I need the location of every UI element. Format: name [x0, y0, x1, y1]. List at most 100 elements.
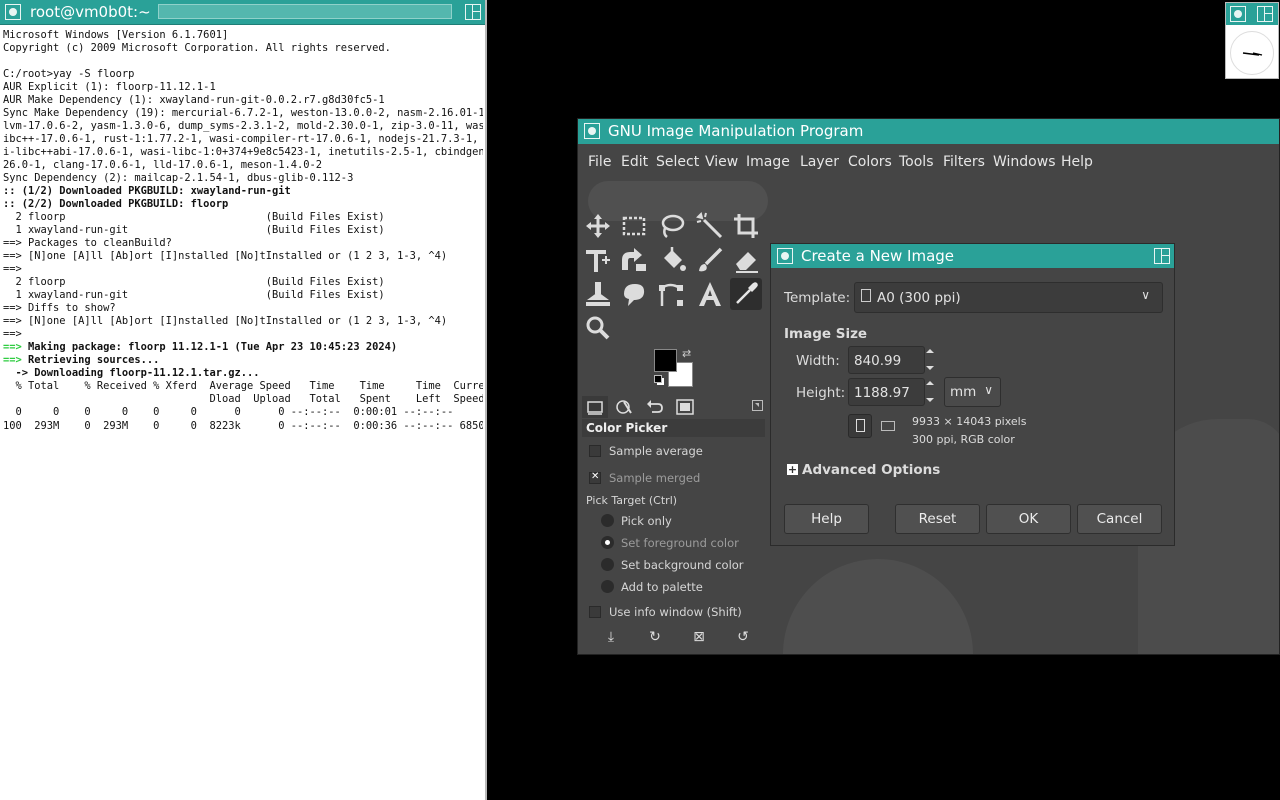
titlebar-drag-area[interactable]: [158, 4, 452, 19]
width-spinner[interactable]: [921, 346, 939, 374]
menu-file[interactable]: File: [588, 144, 611, 180]
gimp-window-menu-icon[interactable]: [584, 123, 600, 139]
menu-colors[interactable]: Colors: [848, 144, 892, 180]
color-picker-tool-icon[interactable]: [730, 278, 762, 310]
terminal-line: ==>: [3, 328, 22, 340]
terminal-line: ==> Diffs to show?: [3, 302, 116, 314]
paths-tool-icon[interactable]: [656, 278, 688, 310]
image-size-heading: Image Size: [784, 326, 868, 342]
delete-preset-icon[interactable]: ⊠: [690, 628, 708, 646]
advanced-options-toggle[interactable]: Advanced Options: [802, 462, 940, 478]
height-label: Height:: [796, 385, 846, 401]
create-new-image-dialog[interactable]: Create a New Image Template: A0 (300 ppi…: [770, 243, 1175, 546]
expand-plus-icon[interactable]: +: [787, 464, 798, 475]
fuzzy-select-tool-icon[interactable]: [694, 210, 726, 242]
ok-button[interactable]: OK: [986, 504, 1071, 534]
terminal-line: ==> Retrieving sources...: [3, 354, 160, 366]
terminal-line: 0 0 0 0 0 0 0 0 --:--:-- 0:00:01 --:--:-…: [3, 406, 483, 418]
transform-tool-icon[interactable]: [582, 244, 614, 276]
menu-filters[interactable]: Filters: [943, 144, 985, 180]
clock-titlebar[interactable]: [1226, 3, 1278, 25]
tool-options-title: Color Picker: [582, 419, 765, 437]
menu-edit[interactable]: Edit: [621, 144, 648, 180]
smudge-tool-icon[interactable]: [618, 278, 650, 310]
dialog-menu-icon[interactable]: [777, 248, 793, 264]
sample-merged-checkbox[interactable]: [589, 471, 601, 484]
sample-merged-label: Sample merged: [609, 471, 701, 485]
help-button[interactable]: Help: [784, 504, 869, 534]
tab-images[interactable]: [672, 396, 698, 418]
set-foreground-radio[interactable]: [601, 536, 614, 549]
pixels-info: 9933 × 14043 pixels: [912, 415, 1027, 428]
terminal-window[interactable]: root@vm0b0t:~ Microsoft Windows [Version…: [0, 0, 487, 800]
height-spinner[interactable]: [921, 378, 939, 406]
reset-button[interactable]: Reset: [895, 504, 980, 534]
gimp-titlebar[interactable]: GNU Image Manipulation Program: [578, 119, 1279, 144]
zoom-tool-icon[interactable]: [582, 312, 614, 344]
clock-menu-icon[interactable]: [1230, 6, 1246, 22]
terminal-line: % Total % Received % Xferd Average Speed…: [3, 380, 484, 392]
cancel-button[interactable]: Cancel: [1077, 504, 1162, 534]
tab-device-status[interactable]: [612, 396, 638, 418]
rect-select-tool-icon[interactable]: [618, 210, 650, 242]
terminal-line: 1 xwayland-run-git (Build Files Exist): [3, 224, 385, 236]
dialog-title: Create a New Image: [801, 247, 955, 265]
free-select-tool-icon[interactable]: [656, 210, 688, 242]
maximize-icon[interactable]: [465, 4, 481, 20]
clock-maximize-icon[interactable]: [1257, 6, 1273, 22]
reset-options-icon[interactable]: ↺: [734, 628, 752, 646]
spin-down-icon: [926, 398, 934, 402]
paintbrush-tool-icon[interactable]: [694, 244, 726, 276]
use-info-window-label: Use info window (Shift): [609, 605, 742, 619]
save-preset-icon[interactable]: ⤓: [602, 628, 620, 646]
use-info-window-checkbox[interactable]: [589, 606, 601, 618]
terminal-line: 26.0-1, clang-17.0.6-1, lld-17.0.6-1, me…: [3, 159, 323, 171]
bucket-fill-tool-icon[interactable]: [656, 244, 688, 276]
dock-menu-icon[interactable]: [752, 400, 763, 411]
menu-layer[interactable]: Layer: [800, 144, 839, 180]
unit-combobox[interactable]: mm ∨: [944, 377, 1001, 407]
menu-select[interactable]: Select: [656, 144, 699, 180]
chevron-down-icon: ∨: [984, 383, 993, 397]
menu-image[interactable]: Image: [746, 144, 790, 180]
warp-transform-tool-icon[interactable]: [618, 244, 650, 276]
set-background-radio[interactable]: [601, 558, 614, 571]
clone-tool-icon[interactable]: [582, 278, 614, 310]
menu-help[interactable]: Help: [1061, 144, 1093, 180]
terminal-titlebar[interactable]: root@vm0b0t:~: [0, 0, 485, 25]
default-colors-icon[interactable]: [654, 375, 664, 385]
terminal-line: Sync Dependency (2): mailcap-2.1.54-1, d…: [3, 172, 354, 184]
add-to-palette-radio[interactable]: [601, 580, 614, 593]
dialog-maximize-icon[interactable]: [1154, 248, 1170, 264]
crop-tool-icon[interactable]: [730, 210, 762, 242]
set-background-label: Set background color: [621, 558, 744, 572]
template-doc-icon: [861, 289, 871, 302]
restore-preset-icon[interactable]: ↻: [646, 628, 664, 646]
move-tool-icon[interactable]: [582, 210, 614, 242]
portrait-orientation-button[interactable]: [848, 414, 872, 438]
template-label: Template:: [784, 290, 851, 306]
foreground-color-swatch[interactable]: [654, 349, 677, 372]
terminal-line: AUR Explicit (1): floorp-11.12.1-1: [3, 81, 216, 93]
sample-average-checkbox[interactable]: [589, 445, 601, 457]
wilber-deco-circle: [783, 559, 973, 654]
tab-undo-history[interactable]: [642, 396, 668, 418]
eraser-tool-icon[interactable]: [730, 244, 762, 276]
unit-value: mm: [950, 384, 977, 400]
width-input[interactable]: 840.99: [848, 346, 925, 374]
dialog-titlebar[interactable]: Create a New Image: [771, 244, 1174, 268]
landscape-orientation-button[interactable]: [876, 414, 900, 438]
text-tool-icon[interactable]: [694, 278, 726, 310]
tab-tool-options[interactable]: [582, 396, 608, 418]
template-combobox[interactable]: A0 (300 ppi) ∨: [854, 282, 1163, 313]
window-menu-icon[interactable]: [5, 4, 21, 20]
menu-tools[interactable]: Tools: [899, 144, 934, 180]
pick-only-radio[interactable]: [601, 514, 614, 527]
terminal-line: 2 floorp (Build Files Exist): [3, 211, 385, 223]
swap-colors-icon[interactable]: ⇄: [682, 348, 694, 360]
height-input[interactable]: 1188.97: [848, 378, 925, 406]
terminal-output[interactable]: Microsoft Windows [Version 6.1.7601] Copy…: [3, 29, 483, 800]
menu-view[interactable]: View: [705, 144, 738, 180]
terminal-line: i-libc++abi-17.0.6-1, wasi-libc-1:0+374+…: [3, 146, 483, 158]
menu-windows[interactable]: Windows: [993, 144, 1056, 180]
